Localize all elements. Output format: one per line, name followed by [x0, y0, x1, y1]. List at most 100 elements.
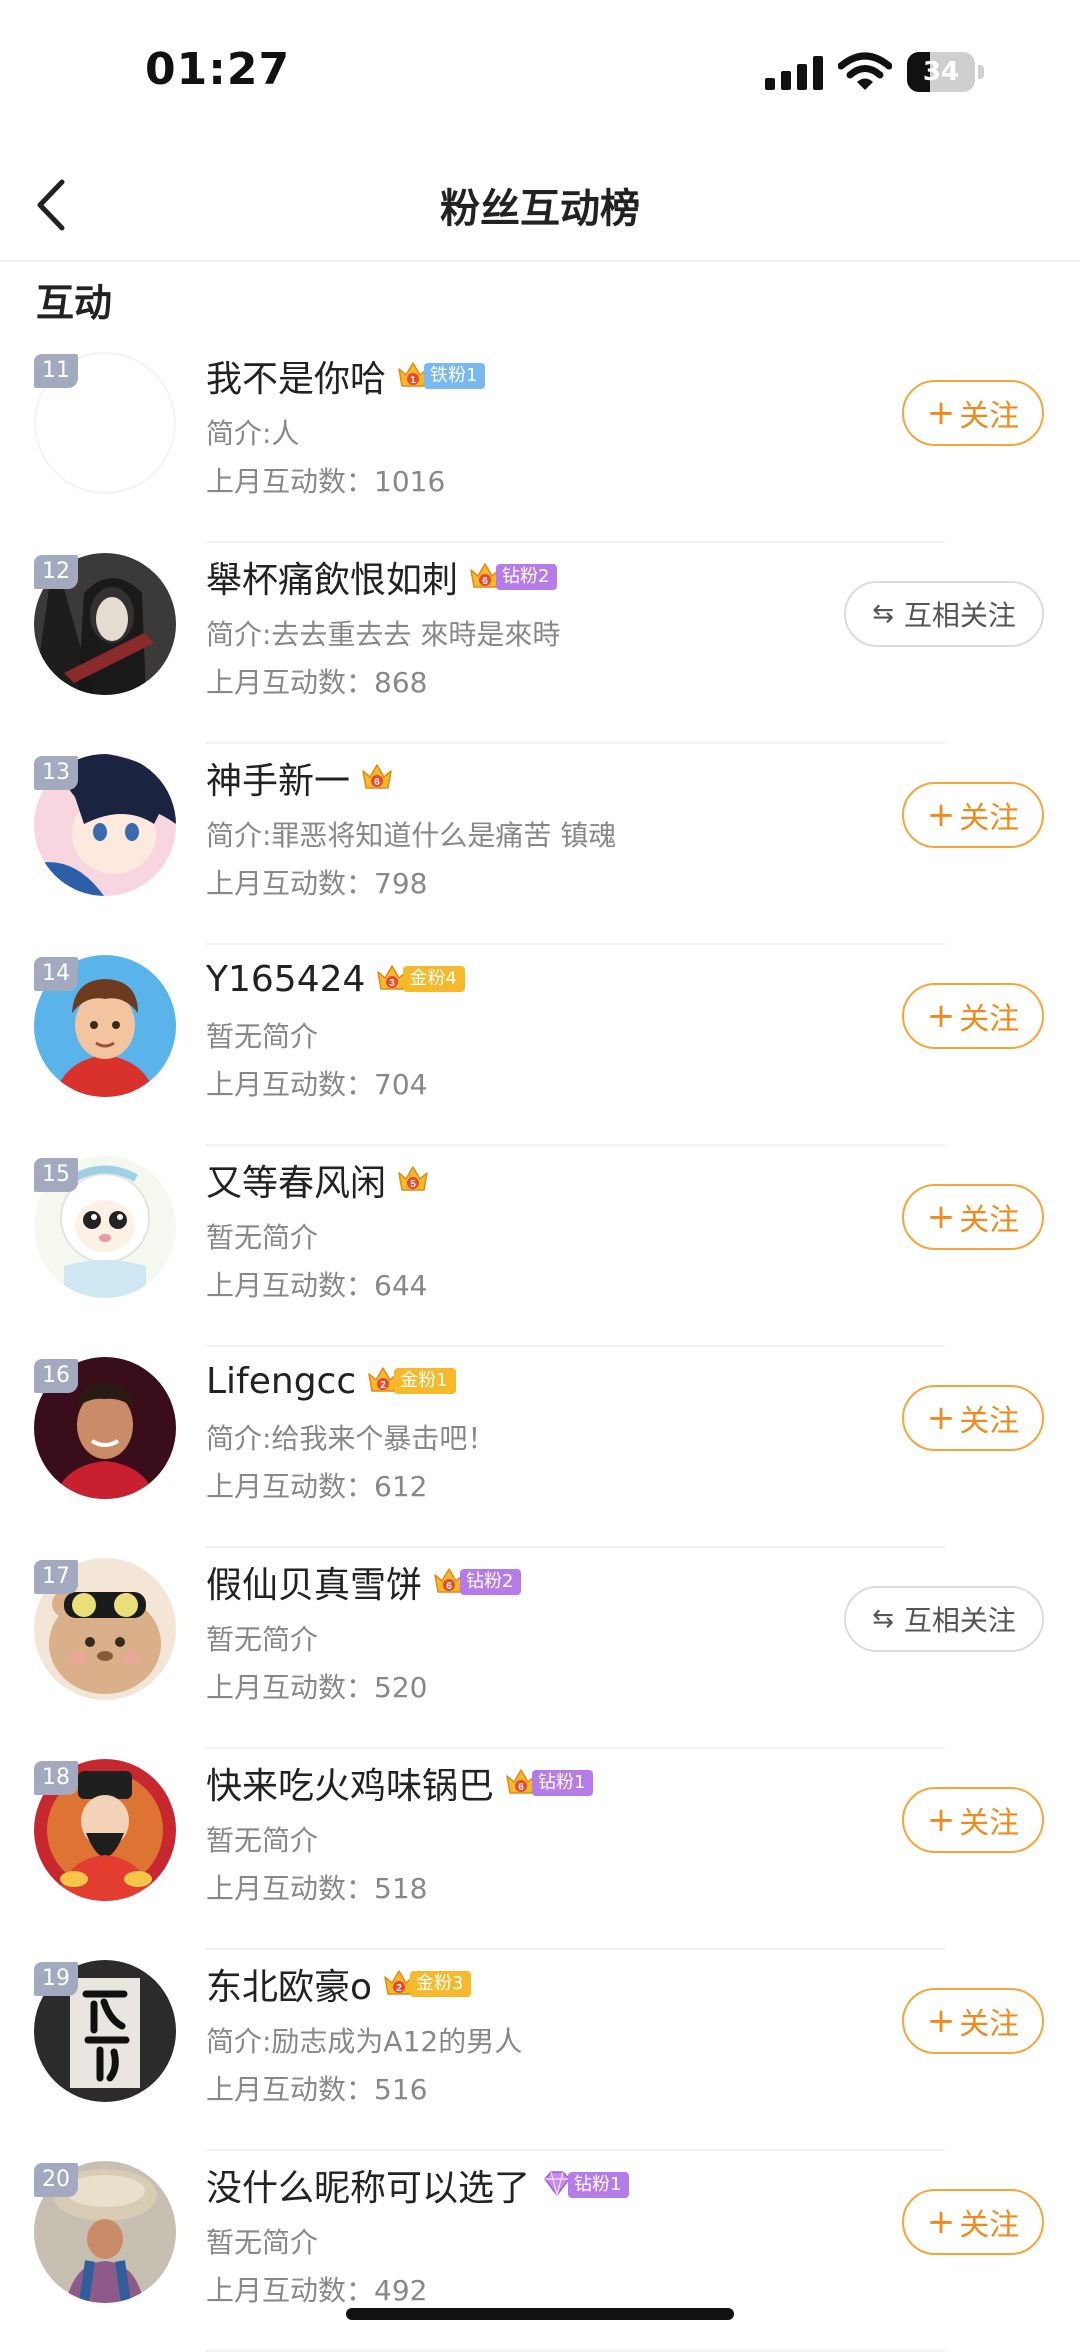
interaction-count: 上月互动数：798	[206, 862, 427, 902]
plus-icon: +	[926, 1197, 956, 1237]
mutual-follow-button[interactable]: ⇆ 互相关注	[844, 581, 1044, 647]
plus-icon: +	[926, 1398, 956, 1438]
follow-label: 关注	[959, 2007, 1020, 2042]
swap-arrows-icon: ⇆	[872, 1604, 894, 1634]
interaction-count: 上月互动数：518	[206, 1867, 427, 1907]
fan-badge-label: 金粉1	[394, 1368, 456, 1394]
fan-name[interactable]: 快来吃火鸡味锅巴	[206, 1757, 494, 1809]
name-line: 神手新一 6	[206, 752, 394, 804]
interaction-count-label: 上月互动数：	[206, 1269, 375, 1302]
swap-arrows-icon: ⇆	[872, 599, 894, 629]
fan-name[interactable]: 假仙贝真雪饼	[206, 1556, 422, 1608]
interaction-count-value: 704	[374, 1068, 428, 1101]
follow-button[interactable]: + 关注	[902, 380, 1044, 446]
mutual-follow-button[interactable]: ⇆ 互相关注	[844, 1586, 1044, 1652]
fan-row[interactable]: 17 假仙贝真雪饼 6 钻粉2 暂无简介 上月互动数：520 ⇆ 互相关注	[0, 1548, 1080, 1749]
fan-name[interactable]: 舉杯痛飲恨如刺	[206, 551, 458, 603]
fan-intro: 简介:给我来个暴击吧！	[206, 1422, 496, 1455]
cellular-signal-icon	[765, 56, 823, 90]
battery-icon: 34	[907, 52, 985, 92]
interaction-count-value: 644	[374, 1269, 428, 1302]
section-title: 互动	[36, 281, 113, 325]
follow-label: 关注	[959, 801, 1020, 836]
fan-name[interactable]: 东北欧豪o	[206, 1958, 372, 2010]
fan-name[interactable]: 我不是你哈	[206, 350, 386, 402]
fan-row[interactable]: 13 神手新一 6 简介:罪恶将知道什么是痛苦 镇魂上月互动数：798 + 关注	[0, 744, 1080, 945]
crown-icon: 5	[396, 1163, 430, 1197]
interaction-count-label: 上月互动数：	[206, 1068, 375, 1101]
battery-level: 34	[922, 57, 960, 87]
interaction-count-label: 上月互动数：	[206, 2073, 375, 2106]
rank-badge: 20	[34, 2163, 78, 2197]
interaction-count-label: 上月互动数：	[206, 1671, 375, 1704]
interaction-count-value: 516	[374, 2073, 428, 2106]
fan-row[interactable]: 12 舉杯痛飲恨如刺 6 钻粉2 简介:去去重去去 來時是來時 上月互动数：868 ⇆ 互相关…	[0, 543, 1080, 744]
follow-label: 关注	[959, 1404, 1020, 1439]
fan-intro: 简介:罪恶将知道什么是痛苦 镇魂	[206, 819, 617, 852]
name-line: Y165424 3 金粉4	[206, 953, 465, 1005]
fan-badge: 6 钻粉2	[468, 560, 558, 594]
plus-icon: +	[926, 2001, 956, 2041]
interaction-count: 上月互动数：516	[206, 2068, 427, 2108]
rank-badge: 18	[34, 1761, 78, 1795]
interaction-count-value: 1016	[374, 465, 446, 498]
interaction-count-value: 612	[374, 1470, 428, 1503]
rank-badge: 13	[34, 756, 78, 790]
interaction-count: 上月互动数：1016	[206, 460, 445, 500]
fan-row[interactable]: 16 Lifengcc 2 金粉1 简介:给我来个暴击吧！ 上月互动数：612 + 关注	[0, 1347, 1080, 1548]
svg-text:6: 6	[518, 1782, 524, 1793]
fan-badge: 1 铁粉1	[396, 359, 486, 393]
fan-row[interactable]: 14 Y165424 3 金粉4 暂无简介 上月互动数：704 + 关注	[0, 945, 1080, 1146]
wifi-icon	[838, 52, 892, 90]
follow-label: 关注	[959, 1203, 1020, 1238]
fan-intro: 简介:励志成为A12的男人	[206, 2025, 523, 2058]
name-line: 又等春风闲 5	[206, 1154, 430, 1206]
fan-badge-label: 钻粉2	[460, 1569, 522, 1595]
plus-icon: +	[926, 795, 956, 835]
fan-badge: 6	[360, 761, 394, 795]
fan-row[interactable]: 20 没什么昵称可以选了 钻粉1 暂无简介 上月互动数：492 + 关注	[0, 2151, 1080, 2352]
plus-icon: +	[926, 393, 956, 433]
fan-name[interactable]: 神手新一	[206, 752, 350, 804]
name-line: 舉杯痛飲恨如刺 6 钻粉2	[206, 551, 558, 603]
interaction-count: 上月互动数：644	[206, 1264, 427, 1304]
fan-badge-label: 铁粉1	[424, 363, 486, 389]
status-bar: 01:27 34	[0, 0, 1080, 140]
svg-text:2: 2	[396, 1983, 402, 1994]
interaction-count-label: 上月互动数：	[206, 867, 375, 900]
fan-badge: 6 钻粉2	[432, 1565, 522, 1599]
follow-label: 关注	[959, 1002, 1020, 1037]
follow-button[interactable]: + 关注	[902, 2189, 1044, 2255]
follow-label: 关注	[959, 2208, 1020, 2243]
follow-button[interactable]: + 关注	[902, 983, 1044, 1049]
fan-row[interactable]: 15 又等春风闲 5 暂无简介 上月互动数：644 + 关注	[0, 1146, 1080, 1347]
follow-button[interactable]: + 关注	[902, 782, 1044, 848]
svg-text:1: 1	[410, 375, 416, 386]
fan-name[interactable]: Y165424	[206, 959, 365, 1000]
interaction-count-label: 上月互动数：	[206, 666, 375, 699]
follow-button[interactable]: + 关注	[902, 1787, 1044, 1853]
interaction-count-label: 上月互动数：	[206, 1470, 375, 1503]
rank-badge: 16	[34, 1359, 78, 1393]
page-title: 粉丝互动榜	[440, 186, 640, 232]
fan-name[interactable]: 没什么昵称可以选了	[206, 2159, 530, 2211]
status-time: 01:27	[145, 44, 291, 95]
home-indicator[interactable]	[346, 2308, 734, 2320]
follow-label: 关注	[959, 1806, 1020, 1841]
fan-intro: 暂无简介	[206, 1020, 319, 1053]
interaction-count-value: 868	[374, 666, 428, 699]
fan-row[interactable]: 18 快来吃火鸡味锅巴 6 钻粉1 暂无简介 上月互动数：518 + 关注	[0, 1749, 1080, 1950]
fan-badge: 2 金粉1	[366, 1364, 456, 1398]
fan-row[interactable]: 11 我不是你哈 1 铁粉1 简介:人 上月互动数：1016 + 关注	[0, 342, 1080, 543]
follow-button[interactable]: + 关注	[902, 1988, 1044, 2054]
fan-name[interactable]: Lifengcc	[206, 1361, 356, 1402]
rank-badge: 11	[34, 354, 78, 388]
name-line: 我不是你哈 1 铁粉1	[206, 350, 486, 402]
fan-row[interactable]: 19 东北欧豪o 2 金粉3 简介:励志成为A12的男人 上月互动数：516 + 关注	[0, 1950, 1080, 2151]
fan-badge: 6 钻粉1	[504, 1766, 594, 1800]
fan-name[interactable]: 又等春风闲	[206, 1154, 386, 1206]
fan-intro: 暂无简介	[206, 2226, 319, 2259]
follow-button[interactable]: + 关注	[902, 1184, 1044, 1250]
follow-button[interactable]: + 关注	[902, 1385, 1044, 1451]
rank-badge: 15	[34, 1158, 78, 1192]
